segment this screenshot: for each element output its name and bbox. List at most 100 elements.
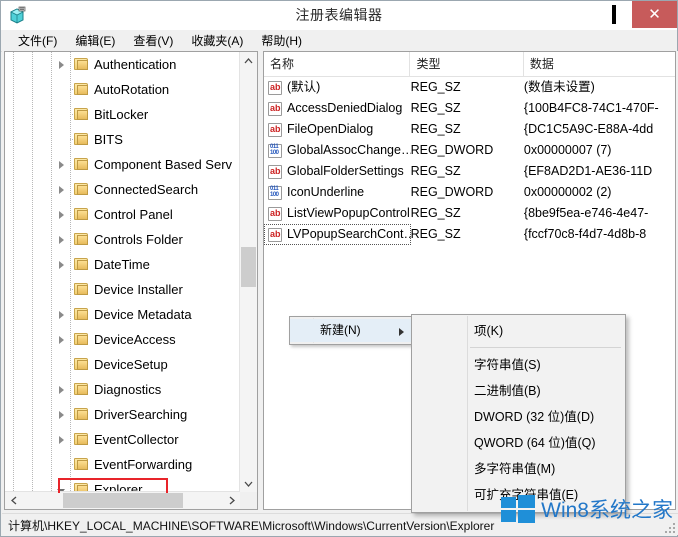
value-data: {100B4FC8-74C1-470F- bbox=[523, 101, 659, 115]
tree-item-label: BITS bbox=[94, 132, 123, 147]
value-name: ListViewPopupControl bbox=[287, 206, 410, 220]
folder-icon bbox=[74, 383, 89, 396]
submenu-item[interactable]: DWORD (32 位)值(D) bbox=[412, 404, 625, 430]
tree-item-label: Diagnostics bbox=[94, 382, 162, 397]
value-name: AccessDeniedDialog bbox=[287, 101, 403, 115]
close-button[interactable]: ✕ bbox=[632, 1, 677, 28]
tree-item-driversearching[interactable]: DriverSearching bbox=[5, 402, 241, 427]
chevron-right-icon[interactable] bbox=[56, 152, 66, 177]
tree-item-bitlocker[interactable]: BitLocker bbox=[5, 102, 241, 127]
chevron-right-icon[interactable] bbox=[223, 492, 240, 509]
table-row[interactable]: AccessDeniedDialog REG_SZ {100B4FC8-74C1-4… bbox=[264, 98, 675, 119]
value-type: REG_SZ bbox=[410, 164, 461, 178]
menu-view[interactable]: 查看(V) bbox=[124, 30, 182, 52]
tree-item-control-panel[interactable]: Control Panel bbox=[5, 202, 241, 227]
chevron-right-icon[interactable] bbox=[56, 177, 66, 202]
dword-value-icon bbox=[268, 143, 282, 158]
tree-item-controls-folder[interactable]: Controls Folder bbox=[5, 227, 241, 252]
submenu-item[interactable]: 二进制值(B) bbox=[412, 378, 625, 404]
table-row[interactable]: FileOpenDialog REG_SZ {DC1C5A9C-E88A-4dd bbox=[264, 119, 675, 140]
folder-icon bbox=[74, 158, 89, 171]
context-menu-item-new[interactable]: 新建(N) bbox=[290, 319, 412, 342]
submenu-item[interactable]: 可扩充字符串值(E) bbox=[412, 482, 625, 508]
table-row[interactable]: GlobalFolderSettings REG_SZ {EF8AD2D1-AE36… bbox=[264, 161, 675, 182]
tree-item-label: Control Panel bbox=[94, 207, 173, 222]
submenu-item[interactable]: 项(K) bbox=[412, 318, 625, 344]
tree-item-label: EventCollector bbox=[94, 432, 179, 447]
tree-item-deviceaccess[interactable]: DeviceAccess bbox=[5, 327, 241, 352]
tree-horizontal-scrollbar[interactable] bbox=[5, 491, 240, 509]
string-value-icon bbox=[268, 164, 282, 179]
chevron-up-icon[interactable] bbox=[240, 52, 257, 69]
tree-item-authentication[interactable]: Authentication bbox=[5, 52, 241, 77]
table-row[interactable]: IconUnderline REG_DWORD 0x00000002 (2) bbox=[264, 182, 675, 203]
folder-icon bbox=[74, 308, 89, 321]
folder-icon bbox=[74, 208, 89, 221]
registry-tree[interactable]: Authentication AutoRotation BitLocker BITS C… bbox=[5, 52, 241, 493]
tree-item-component-based-serv[interactable]: Component Based Serv bbox=[5, 152, 241, 177]
chevron-right-icon[interactable] bbox=[56, 227, 66, 252]
chevron-right-icon bbox=[399, 328, 404, 336]
tree-vertical-scrollbar[interactable] bbox=[239, 52, 257, 492]
maximize-button[interactable] bbox=[595, 1, 632, 28]
tree-item-label: Component Based Serv bbox=[94, 157, 233, 172]
submenu-item[interactable]: 字符串值(S) bbox=[412, 352, 625, 378]
column-header-type[interactable]: 类型 bbox=[410, 52, 524, 76]
tree-item-connectedsearch[interactable]: ConnectedSearch bbox=[5, 177, 241, 202]
submenu-item-label: 可扩充字符串值(E) bbox=[474, 488, 579, 502]
tree-item-autorotation[interactable]: AutoRotation bbox=[5, 77, 241, 102]
menu-favorites[interactable]: 收藏夹(A) bbox=[182, 30, 252, 52]
registry-editor-window: 注册表编辑器 ✕ 文件(F) 编辑(E) 查看(V) 收藏夹(A) 帮助(H) … bbox=[0, 0, 678, 537]
tree-item-device-metadata[interactable]: Device Metadata bbox=[5, 302, 241, 327]
chevron-down-icon[interactable] bbox=[240, 475, 257, 492]
chevron-right-icon[interactable] bbox=[56, 252, 66, 277]
table-row[interactable]: (默认) REG_SZ (数值未设置) bbox=[264, 77, 675, 98]
tree-item-bits[interactable]: BITS bbox=[5, 127, 241, 152]
value-name: (默认) bbox=[287, 80, 321, 94]
chevron-right-icon[interactable] bbox=[56, 302, 66, 327]
value-data: 0x00000002 (2) bbox=[523, 185, 612, 199]
menu-edit[interactable]: 编辑(E) bbox=[66, 30, 124, 52]
value-name: IconUnderline bbox=[287, 185, 365, 199]
value-data: (数值未设置) bbox=[523, 80, 595, 94]
submenu-item[interactable]: QWORD (64 位)值(Q) bbox=[412, 430, 625, 456]
tree-item-devicesetup[interactable]: DeviceSetup bbox=[5, 352, 241, 377]
column-header-name[interactable]: 名称 bbox=[264, 52, 411, 76]
string-value-icon bbox=[268, 101, 282, 116]
tree-item-device-installer[interactable]: Device Installer bbox=[5, 277, 241, 302]
context-submenu-new: 项(K) 字符串值(S) 二进制值(B) DWORD (32 位)值(D) QWORD … bbox=[411, 314, 626, 513]
tree-item-label: Controls Folder bbox=[94, 232, 183, 247]
table-row[interactable]: GlobalAssocChange…REG_DWORD 0x00000007 (7… bbox=[264, 140, 675, 161]
value-name: GlobalAssocChange… bbox=[287, 143, 411, 157]
tree-item-label: DeviceSetup bbox=[94, 357, 168, 372]
minimize-button[interactable] bbox=[558, 1, 595, 28]
chevron-right-icon[interactable] bbox=[56, 327, 66, 352]
table-row[interactable]: LVPopupSearchCont…REG_SZ {fccf70c8-f4d7-4… bbox=[264, 224, 675, 245]
tree-item-eventforwarding[interactable]: EventForwarding bbox=[5, 452, 241, 477]
value-data: {fccf70c8-f4d7-4d8b-8 bbox=[523, 227, 647, 241]
menu-file[interactable]: 文件(F) bbox=[9, 30, 66, 52]
submenu-item-label: 项(K) bbox=[474, 324, 504, 338]
registry-tree-pane: Authentication AutoRotation BitLocker BITS C… bbox=[4, 51, 258, 510]
menu-help[interactable]: 帮助(H) bbox=[252, 30, 311, 52]
resize-grip[interactable] bbox=[663, 521, 675, 533]
tree-item-label: Device Installer bbox=[94, 282, 183, 297]
chevron-right-icon[interactable] bbox=[56, 427, 66, 452]
chevron-right-icon[interactable] bbox=[56, 377, 66, 402]
chevron-right-icon[interactable] bbox=[56, 402, 66, 427]
table-row[interactable]: ListViewPopupControlREG_SZ {8be9f5ea-e746… bbox=[264, 203, 675, 224]
tree-item-eventcollector[interactable]: EventCollector bbox=[5, 427, 241, 452]
chevron-left-icon[interactable] bbox=[5, 492, 22, 509]
chevron-right-icon[interactable] bbox=[56, 202, 66, 227]
submenu-item[interactable]: 多字符串值(M) bbox=[412, 456, 625, 482]
list-column-headers: 名称 类型 数据 bbox=[264, 52, 675, 77]
chevron-right-icon[interactable] bbox=[56, 52, 66, 77]
tree-scroll-thumb[interactable] bbox=[241, 247, 256, 287]
tree-item-label: EventForwarding bbox=[94, 457, 193, 472]
tree-hscroll-thumb[interactable] bbox=[63, 493, 183, 508]
registry-values-list[interactable]: (默认) REG_SZ (数值未设置) AccessDeniedDialog REG_S… bbox=[264, 77, 675, 245]
tree-item-diagnostics[interactable]: Diagnostics bbox=[5, 377, 241, 402]
tree-item-label: BitLocker bbox=[94, 107, 149, 122]
column-header-data[interactable]: 数据 bbox=[523, 52, 675, 76]
tree-item-datetime[interactable]: DateTime bbox=[5, 252, 241, 277]
